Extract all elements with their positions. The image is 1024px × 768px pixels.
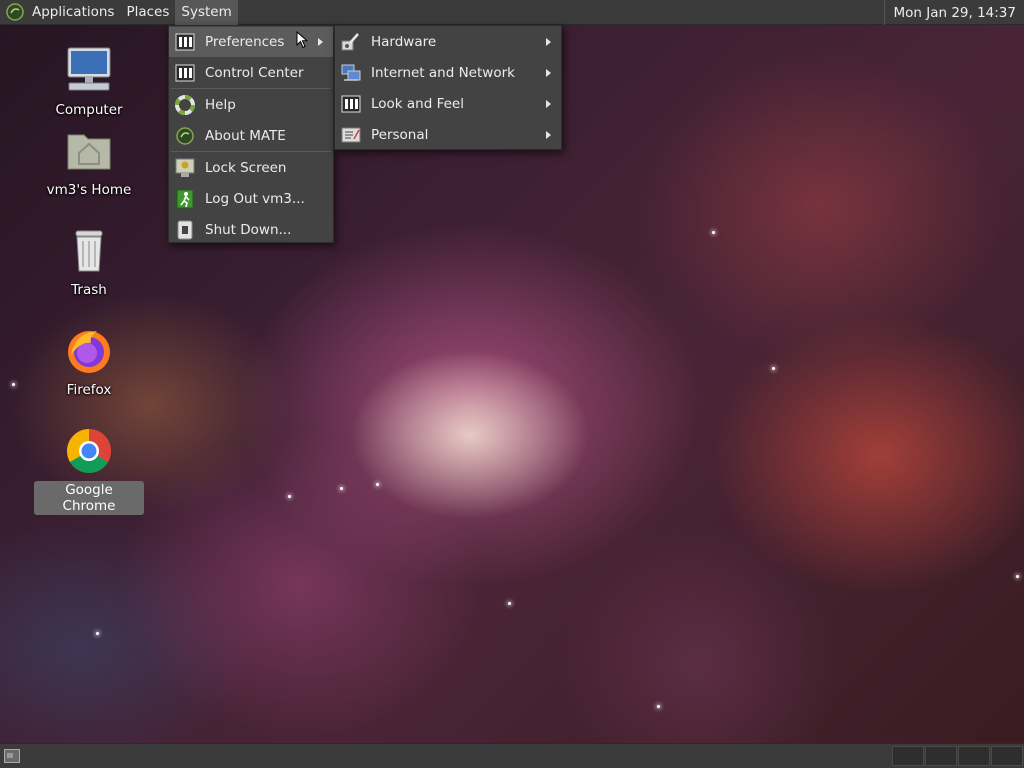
- desktop-icon-firefox[interactable]: Firefox: [34, 325, 144, 399]
- submenu-arrow-icon: [318, 38, 323, 46]
- log-out-icon: [176, 189, 194, 209]
- star: [657, 705, 660, 708]
- menu-item-label: Personal: [371, 127, 429, 143]
- top-panel: Applications Places System Mon Jan 29, 1…: [0, 0, 1024, 25]
- menu-item-label: Hardware: [371, 34, 437, 50]
- mate-about-icon: [176, 127, 194, 145]
- submenu-item-internet-network[interactable]: Internet and Network: [335, 58, 561, 88]
- menu-item-shut-down[interactable]: Shut Down...: [169, 215, 333, 245]
- desktop-icon-label: Computer: [55, 102, 123, 118]
- menu-item-control-center[interactable]: Control Center: [169, 58, 333, 88]
- menu-item-label: Log Out vm3...: [205, 191, 305, 207]
- submenu-item-hardware[interactable]: Hardware: [335, 27, 561, 57]
- star: [376, 483, 379, 486]
- submenu-item-look-feel[interactable]: Look and Feel: [335, 89, 561, 119]
- star: [772, 367, 775, 370]
- menu-item-label: Internet and Network: [371, 65, 515, 81]
- preferences-submenu: Hardware Internet and Network Look and F…: [334, 25, 562, 150]
- shut-down-icon: [177, 220, 193, 240]
- desktop-icon-label: Firefox: [66, 382, 112, 398]
- menu-item-label: Preferences: [205, 34, 285, 50]
- star: [340, 487, 343, 490]
- mouse-cursor-icon: [296, 31, 308, 49]
- menu-separator: [171, 88, 331, 89]
- submenu-arrow-icon: [546, 131, 551, 139]
- hardware-icon: [341, 33, 359, 51]
- system-dropdown-menu: Preferences Control Center Help About MA…: [168, 25, 334, 243]
- menu-item-label: About MATE: [205, 128, 286, 144]
- menu-item-about-mate[interactable]: About MATE: [169, 121, 333, 151]
- star: [712, 231, 715, 234]
- network-icon: [341, 64, 361, 81]
- desktop-icon-home[interactable]: vm3's Home: [34, 125, 144, 199]
- workspace-switcher-2[interactable]: [925, 746, 957, 766]
- desktop-icon-label: Google Chrome: [34, 481, 144, 515]
- mate-logo-icon[interactable]: [6, 3, 24, 21]
- menu-item-label: Lock Screen: [205, 160, 287, 176]
- system-menu[interactable]: System: [175, 0, 238, 25]
- control-center-icon: [175, 64, 195, 82]
- star: [12, 383, 15, 386]
- star: [1016, 575, 1019, 578]
- personal-icon: [341, 127, 361, 143]
- lock-screen-icon: [175, 158, 195, 177]
- chrome-icon: [67, 429, 111, 473]
- applications-menu[interactable]: Applications: [26, 0, 120, 25]
- desktop-icon-label: Trash: [71, 282, 107, 298]
- firefox-icon: [68, 331, 110, 373]
- star: [288, 495, 291, 498]
- menu-item-lock-screen[interactable]: Lock Screen: [169, 153, 333, 183]
- submenu-arrow-icon: [546, 100, 551, 108]
- desktop-icon-trash[interactable]: Trash: [34, 225, 144, 299]
- help-icon: [175, 95, 195, 115]
- trash-icon: [75, 230, 103, 272]
- menu-item-preferences[interactable]: Preferences: [169, 27, 333, 57]
- show-desktop-icon[interactable]: [4, 749, 20, 763]
- submenu-item-personal[interactable]: Personal: [335, 120, 561, 150]
- workspace-switcher-3[interactable]: [958, 746, 990, 766]
- desktop-icon-computer[interactable]: Computer: [34, 45, 144, 119]
- star: [96, 632, 99, 635]
- star: [508, 602, 511, 605]
- workspace-switcher-4[interactable]: [991, 746, 1023, 766]
- submenu-arrow-icon: [546, 69, 551, 77]
- desktop-icon-chrome[interactable]: Google Chrome: [34, 425, 144, 515]
- menu-item-label: Look and Feel: [371, 96, 464, 112]
- menu-item-log-out[interactable]: Log Out vm3...: [169, 184, 333, 214]
- computer-icon: [67, 47, 111, 91]
- menu-separator: [171, 151, 331, 152]
- bottom-panel: [0, 743, 1024, 768]
- home-folder-icon: [67, 134, 111, 170]
- submenu-arrow-icon: [546, 38, 551, 46]
- clock[interactable]: Mon Jan 29, 14:37: [884, 0, 1024, 25]
- menu-item-label: Shut Down...: [205, 222, 292, 238]
- look-and-feel-icon: [341, 95, 361, 113]
- workspace-switcher-1[interactable]: [892, 746, 924, 766]
- menu-item-help[interactable]: Help: [169, 90, 333, 120]
- desktop-icon-label: vm3's Home: [46, 182, 132, 198]
- places-menu[interactable]: Places: [120, 0, 175, 25]
- menu-item-label: Control Center: [205, 65, 304, 81]
- preferences-icon: [175, 33, 195, 51]
- menu-item-label: Help: [205, 97, 236, 113]
